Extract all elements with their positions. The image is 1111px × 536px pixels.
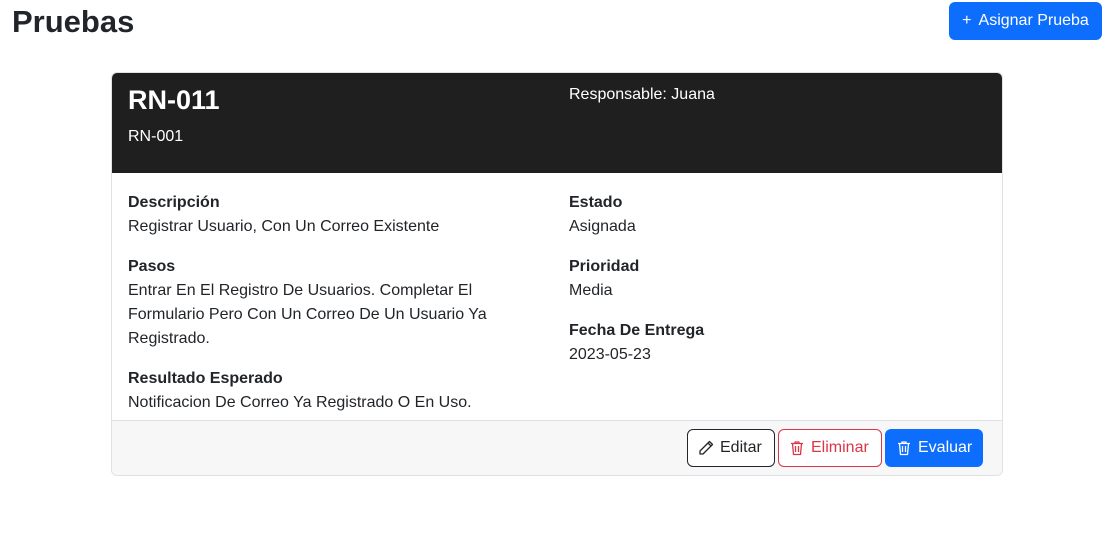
delete-label: Eliminar — [811, 439, 869, 456]
page-title: Pruebas — [12, 4, 135, 39]
plus-icon: + — [962, 12, 972, 29]
expected-result-value: Notificacion De Correo Ya Registrado O E… — [128, 394, 472, 411]
details-left-column: Descripción Registrar Usuario, Con Un Co… — [128, 191, 548, 431]
card-body: Descripción Registrar Usuario, Con Un Co… — [112, 173, 1002, 421]
priority-value: Media — [569, 282, 613, 299]
trash-icon — [898, 441, 910, 456]
details-right-column: Estado Asignada Prioridad Media Fecha De… — [569, 191, 969, 383]
edit-label: Editar — [720, 439, 762, 456]
pencil-icon — [699, 440, 714, 455]
evaluate-label: Evaluar — [918, 439, 973, 456]
steps-label: Pasos — [128, 258, 176, 275]
delete-button[interactable]: Eliminar — [778, 429, 882, 467]
priority-field: Prioridad Media — [569, 255, 969, 303]
trash-icon — [791, 441, 803, 456]
due-date-value: 2023-05-23 — [569, 346, 651, 363]
steps-field: Pasos Entrar En El Registro De Usuarios.… — [128, 255, 548, 351]
status-value: Asignada — [569, 218, 636, 235]
expected-result-field: Resultado Esperado Notificacion De Corre… — [128, 367, 548, 415]
assign-test-label: Asignar Prueba — [978, 12, 1089, 29]
assign-test-button[interactable]: + Asignar Prueba — [949, 2, 1102, 40]
status-label: Estado — [569, 194, 623, 211]
description-value: Registrar Usuario, Con Un Correo Existen… — [128, 218, 440, 235]
evaluate-button[interactable]: Evaluar — [885, 429, 983, 467]
priority-label: Prioridad — [569, 258, 640, 275]
test-card: RN-011 RN-001 Responsable: Juana Descrip… — [111, 72, 1003, 476]
description-label: Descripción — [128, 194, 220, 211]
due-date-field: Fecha De Entrega 2023-05-23 — [569, 319, 969, 367]
card-footer: Editar Eliminar Evaluar — [112, 421, 1002, 475]
card-header: RN-011 RN-001 Responsable: Juana — [112, 73, 1002, 173]
description-field: Descripción Registrar Usuario, Con Un Co… — [128, 191, 548, 239]
steps-value: Entrar En El Registro De Usuarios. Compl… — [128, 282, 487, 347]
due-date-label: Fecha De Entrega — [569, 322, 705, 339]
page: Pruebas + Asignar Prueba RN-011 RN-001 R… — [0, 0, 1111, 536]
test-code: RN-011 — [128, 85, 220, 115]
status-field: Estado Asignada — [569, 191, 969, 239]
responsible-text: Responsable: Juana — [569, 86, 715, 103]
requirement-code: RN-001 — [128, 128, 184, 145]
edit-button[interactable]: Editar — [687, 429, 775, 467]
expected-result-label: Resultado Esperado — [128, 370, 283, 387]
